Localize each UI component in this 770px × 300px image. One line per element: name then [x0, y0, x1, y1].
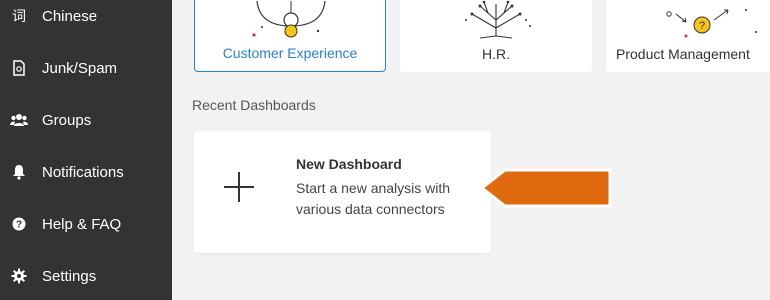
new-dashboard-title: New Dashboard	[296, 156, 402, 172]
product-management-illustration: ?	[666, 9, 757, 38]
question-circle-icon: ?	[10, 215, 28, 233]
template-card-label: Product Management	[616, 46, 750, 62]
sidebar: 词 Chinese Junk/Spam Groups Notifications…	[0, 0, 172, 300]
sidebar-item-settings[interactable]: Settings	[0, 254, 172, 298]
sidebar-item-label: Chinese	[42, 7, 98, 25]
hr-tree-illustration	[465, 0, 531, 39]
sidebar-item-chinese[interactable]: 词 Chinese	[0, 0, 172, 38]
template-card-customer-experience[interactable]: Customer Experience	[194, 0, 386, 72]
customer-experience-illustration	[252, 0, 326, 38]
plus-icon	[224, 172, 254, 202]
chinese-character-icon: 词	[12, 8, 26, 24]
sidebar-item-label: Help & FAQ	[42, 215, 122, 233]
svg-text:?: ?	[699, 20, 705, 32]
gear-icon	[10, 267, 28, 285]
main-content: Customer Experience H.R. ? Product Manag…	[172, 0, 770, 300]
new-dashboard-description: Start a new analysis with various data c…	[296, 180, 451, 217]
new-dashboard-card[interactable]: New Dashboard Start a new analysis with …	[194, 131, 491, 253]
callout-arrow-icon	[480, 168, 612, 208]
sidebar-item-label: Notifications	[42, 163, 124, 181]
template-card-product-management[interactable]: ? Product Management	[606, 0, 770, 72]
bell-icon	[10, 163, 28, 181]
users-icon	[10, 111, 28, 129]
svg-text:?: ?	[16, 220, 22, 231]
sidebar-item-notifications[interactable]: Notifications	[0, 150, 172, 194]
sidebar-item-junk-spam[interactable]: Junk/Spam	[0, 46, 172, 90]
template-card-label: Customer Experience	[222, 45, 358, 61]
sidebar-item-label: Groups	[42, 111, 92, 129]
sidebar-item-label: Junk/Spam	[42, 59, 118, 77]
template-card-hr[interactable]: H.R.	[400, 0, 592, 72]
recent-dashboards-heading: Recent Dashboards	[192, 97, 316, 113]
document-icon	[10, 59, 28, 77]
sidebar-item-label: Settings	[42, 267, 97, 285]
sidebar-item-groups[interactable]: Groups	[0, 98, 172, 142]
sidebar-item-help-faq[interactable]: ? Help & FAQ	[0, 202, 172, 246]
template-card-label: H.R.	[482, 46, 510, 62]
